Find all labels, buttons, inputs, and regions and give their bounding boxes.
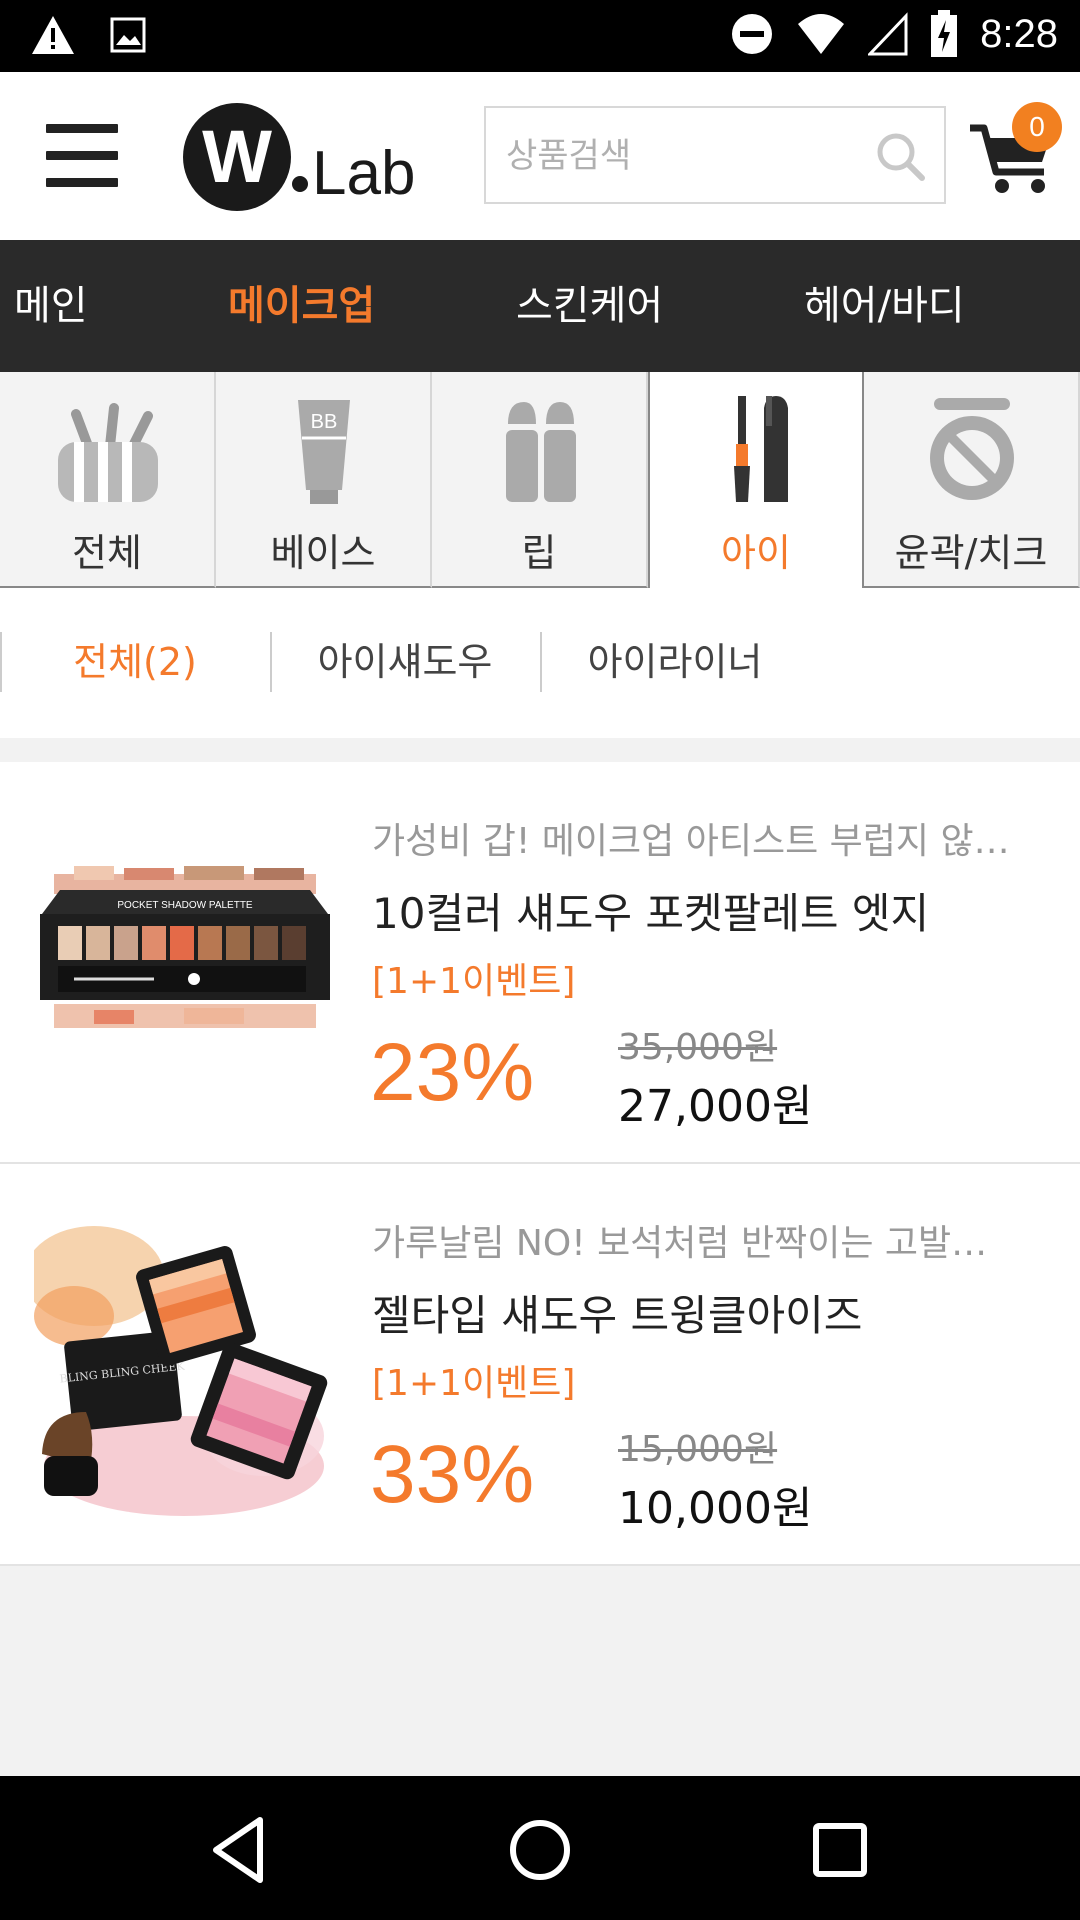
do-not-disturb-icon [732,14,773,54]
sale-price: 10,000원 [618,1483,813,1534]
search-icon[interactable] [874,130,926,182]
hamburger-menu-button[interactable] [46,124,118,188]
menu-line-icon [46,178,118,187]
subtab-all[interactable]: 전체(2) [0,632,270,692]
warning-icon [32,16,74,54]
tab-main[interactable]: 메인 [14,240,88,372]
mascara-icon [734,396,788,502]
product-name[interactable]: 젤타입 섀도우 트윙클아이즈 [372,1282,1052,1343]
lipstick-icon [506,402,576,502]
product-image-shadow-palette[interactable]: POCKET SHADOW PALETTE [34,814,336,1116]
svg-text:Lab: Lab [312,139,415,208]
tab-makeup[interactable]: 메이크업 [228,240,375,372]
discount-rate: 23% [370,1027,535,1118]
category-label: 베이스 [270,531,376,575]
recent-apps-icon[interactable] [800,1810,880,1890]
status-bar: 8:28 [0,0,1080,72]
signal-icon [868,12,908,56]
event-tag: [1+1이벤트] [372,1363,576,1404]
tab-hair-body[interactable]: 헤어/바디 [804,240,965,372]
menu-line-icon [46,124,118,133]
home-icon[interactable] [500,1810,580,1890]
discount-rate: 33% [370,1429,535,1520]
original-price: 15,000원 [618,1429,778,1470]
original-price: 35,000원 [618,1027,778,1068]
category-all[interactable]: 전체 [0,372,216,588]
compact-icon [930,398,1014,500]
product-promo-text: 가루날림 NO! 보석처럼 반짝이는 고발… [372,1223,988,1264]
product-promo-text: 가성비 갑! 메이크업 아티스트 부럽지 않… [372,821,1010,862]
product-card[interactable]: BLING BLING CHEEK 가루날림 NO! 보석처럼 반짝이는 고발…… [0,1164,1080,1566]
product-name[interactable]: 10컬러 섀도우 포켓팔레트 엣지 [372,880,1052,941]
event-tag: [1+1이벤트] [372,961,576,1002]
palette-print-text: POCKET SHADOW PALETTE [117,900,253,911]
clock: 8:28 [980,11,1058,56]
eye-subcategory-tabs: 전체(2) 아이섀도우 아이라이너 [0,588,1080,738]
category-label: 전체 [72,531,142,575]
product-image-twinkle-eyes[interactable]: BLING BLING CHEEK [34,1216,336,1518]
image-notification-icon [110,17,146,53]
category-lip[interactable]: 립 [432,372,648,588]
subtab-eyeshadow[interactable]: 아이섀도우 [270,632,540,692]
subtab-eyeliner[interactable]: 아이라이너 [540,632,810,692]
category-base[interactable]: BB 베이스 [216,372,432,588]
svg-text:W: W [202,115,272,198]
sale-price: 27,000원 [618,1081,813,1132]
product-card[interactable]: POCKET SHADOW PALETTE 가성비 갑! 메이크업 아티스트 부… [0,762,1080,1164]
search-box[interactable] [484,106,946,204]
main-category-nav: 메인 메이크업 스킨케어 헤어/바디 [0,240,1080,372]
subcategory-row: 전체 BB 베이스 립 아이 윤곽/치크 [0,372,1080,588]
app-header: W Lab 0 [0,72,1080,240]
wifi-icon [798,14,845,54]
category-contour-cheek[interactable]: 윤곽/치크 [864,372,1080,588]
system-navigation-bar [0,1776,1080,1920]
makeup-bag-icon [58,403,158,502]
category-label: 아이 [721,531,791,575]
category-label: 윤곽/치크 [894,531,1048,575]
category-label: 립 [521,531,557,575]
search-input[interactable] [506,126,866,186]
category-eye[interactable]: 아이 [648,372,864,588]
menu-line-icon [46,151,118,160]
svg-text:BB: BB [311,411,338,433]
cart-count-badge: 0 [1012,102,1062,152]
bb-tube-icon: BB [298,400,350,504]
tab-skincare[interactable]: 스킨케어 [516,240,663,372]
back-icon[interactable] [200,1810,280,1890]
battery-charging-icon [931,10,958,57]
product-list: POCKET SHADOW PALETTE 가성비 갑! 메이크업 아티스트 부… [0,762,1080,1566]
wlab-logo[interactable]: W Lab [182,102,422,212]
